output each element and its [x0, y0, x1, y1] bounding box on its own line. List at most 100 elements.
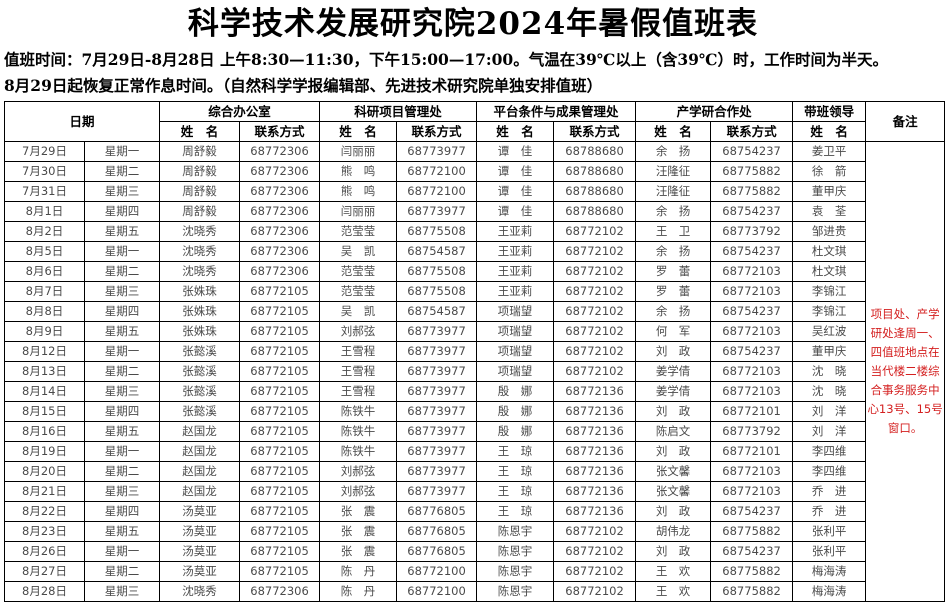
platform-contact-cell: 68772136: [553, 401, 637, 422]
project-name-cell: 陈 丹: [319, 581, 398, 602]
leader-name-cell: 杜文琪: [792, 241, 867, 262]
office-name-cell: 周舒毅: [159, 141, 241, 162]
cooperation-name-cell: 罗 蕾: [635, 261, 712, 282]
office-name-cell: 沈晓秀: [159, 581, 241, 602]
office-contact-cell: 68772105: [239, 501, 321, 522]
leader-name-cell: 李锦江: [792, 301, 867, 322]
leader-name-cell: 董甲庆: [792, 341, 867, 362]
leader-name-cell: 徐 箭: [792, 161, 867, 182]
office-contact-cell: 68772306: [239, 581, 321, 602]
office-contact-cell: 68772105: [239, 381, 321, 402]
weekday-cell: 星期二: [83, 561, 161, 582]
cooperation-name-cell: 姜学倩: [635, 361, 712, 382]
platform-contact-cell: 68772136: [553, 481, 637, 502]
weekday-cell: 星期二: [83, 261, 161, 282]
weekday-cell: 星期五: [83, 321, 161, 342]
cooperation-contact-cell: 68754237: [710, 301, 794, 322]
office-name-cell: 张姝珠: [159, 321, 241, 342]
project-contact-cell: 68773977: [396, 401, 478, 422]
cooperation-name-cell: 刘 政: [635, 441, 712, 462]
weekday-cell: 星期一: [83, 141, 161, 162]
date-cell: 8月5日: [4, 241, 85, 262]
leader-name-cell: 刘 洋: [792, 421, 867, 442]
project-contact-cell: 68775508: [396, 281, 478, 302]
office-contact-cell: 68772105: [239, 401, 321, 422]
date-cell: 8月26日: [4, 541, 85, 562]
contact-header: 联系方式: [710, 121, 794, 142]
project-name-cell: 熊 鸣: [319, 181, 398, 202]
cooperation-name-cell: 张文馨: [635, 461, 712, 482]
project-contact-cell: 68772100: [396, 161, 478, 182]
office-contact-cell: 68772306: [239, 221, 321, 242]
cooperation-contact-cell: 68754237: [710, 541, 794, 562]
cooperation-contact-cell: 68773792: [710, 221, 794, 242]
project-contact-cell: 68754587: [396, 241, 478, 262]
cooperation-contact-cell: 68772103: [710, 321, 794, 342]
cooperation-name-cell: 余 扬: [635, 301, 712, 322]
office-contact-cell: 68772105: [239, 421, 321, 442]
cooperation-contact-cell: 68772101: [710, 401, 794, 422]
office-contact-cell: 68772306: [239, 161, 321, 182]
platform-name-cell: 王 琼: [476, 501, 555, 522]
project-contact-cell: 68773977: [396, 461, 478, 482]
cooperation-name-cell: 余 扬: [635, 141, 712, 162]
table-row: 7月30日 星期二 周舒毅 68772306 熊 鸣 68772100 谭 佳 6878868…: [4, 161, 945, 182]
cooperation-contact-cell: 68772103: [710, 461, 794, 482]
platform-name-cell: 项瑞望: [476, 341, 555, 362]
platform-contact-cell: 68772102: [553, 361, 637, 382]
office-name-cell: 赵国龙: [159, 441, 241, 462]
platform-contact-cell: 68772136: [553, 381, 637, 402]
date-cell: 8月14日: [4, 381, 85, 402]
leader-name-cell: 刘 洋: [792, 401, 867, 422]
weekday-cell: 星期二: [83, 161, 161, 182]
weekday-cell: 星期一: [83, 241, 161, 262]
platform-contact-cell: 68772136: [553, 461, 637, 482]
resume-note: 8月29日起恢复正常作息时间。（自然科学学报编辑部、先进技术研究院单独安排值班）: [4, 76, 603, 95]
platform-name-cell: 谭 佳: [476, 201, 555, 222]
project-name-cell: 吴 凯: [319, 241, 398, 262]
table-row: 8月27日 星期二 汤莫亚 68772105 陈 丹 68772100 陈恩宇 6877210…: [4, 561, 945, 582]
project-contact-cell: 68773977: [396, 341, 478, 362]
table-row: 8月8日 星期四 张姝珠 68772105 吴 凯 68754587 项瑞望 68772102…: [4, 301, 945, 322]
weekday-cell: 星期四: [83, 301, 161, 322]
project-name-cell: 陈铁牛: [319, 421, 398, 442]
project-contact-cell: 68754587: [396, 301, 478, 322]
platform-contact-cell: 68772102: [553, 541, 637, 562]
platform-contact-cell: 68772136: [553, 421, 637, 442]
table-row: 8月23日 星期五 汤莫亚 68772105 张 震 68776805 陈恩宇 6877210…: [4, 521, 945, 542]
office-name-cell: 周舒毅: [159, 161, 241, 182]
project-contact-cell: 68773977: [396, 201, 478, 222]
cooperation-contact-cell: 68772103: [710, 361, 794, 382]
cooperation-name-cell: 刘 政: [635, 501, 712, 522]
office-contact-cell: 68772306: [239, 181, 321, 202]
cooperation-contact-cell: 68772103: [710, 281, 794, 302]
date-cell: 8月16日: [4, 421, 85, 442]
weekday-cell: 星期四: [83, 501, 161, 522]
leader-name-cell: 沈 晓: [792, 361, 867, 382]
date-cell: 8月8日: [4, 301, 85, 322]
office-name-cell: 赵国龙: [159, 421, 241, 442]
cooperation-contact-cell: 68754237: [710, 241, 794, 262]
platform-contact-cell: 68772136: [553, 501, 637, 522]
platform-contact-cell: 68772102: [553, 321, 637, 342]
cooperation-name-cell: 汪隆征: [635, 161, 712, 182]
project-name-cell: 张 震: [319, 541, 398, 562]
date-cell: 8月12日: [4, 341, 85, 362]
platform-name-cell: 陈恩宇: [476, 581, 555, 602]
leader-header: 带班领导: [792, 101, 867, 122]
project-contact-cell: 68772100: [396, 561, 478, 582]
leader-name-cell: 张利平: [792, 541, 867, 562]
date-cell: 8月27日: [4, 561, 85, 582]
office-name-cell: 沈晓秀: [159, 261, 241, 282]
project-name-cell: 刘郝弦: [319, 461, 398, 482]
project-name-cell: 陈 丹: [319, 561, 398, 582]
platform-contact-cell: 68772102: [553, 301, 637, 322]
leader-name-cell: 乔 进: [792, 481, 867, 502]
table-row: 7月31日 星期三 周舒毅 68772306 熊 鸣 68772100 谭 佳 6878868…: [4, 181, 945, 202]
leader-name-cell: 李锦江: [792, 281, 867, 302]
office-name-cell: 汤莫亚: [159, 541, 241, 562]
platform-name-cell: 殷 娜: [476, 401, 555, 422]
table-row: 8月7日 星期三 张姝珠 68772105 范莹莹 68775508 王亚莉 68772102…: [4, 281, 945, 302]
date-cell: 8月13日: [4, 361, 85, 382]
date-cell: 7月29日: [4, 141, 85, 162]
